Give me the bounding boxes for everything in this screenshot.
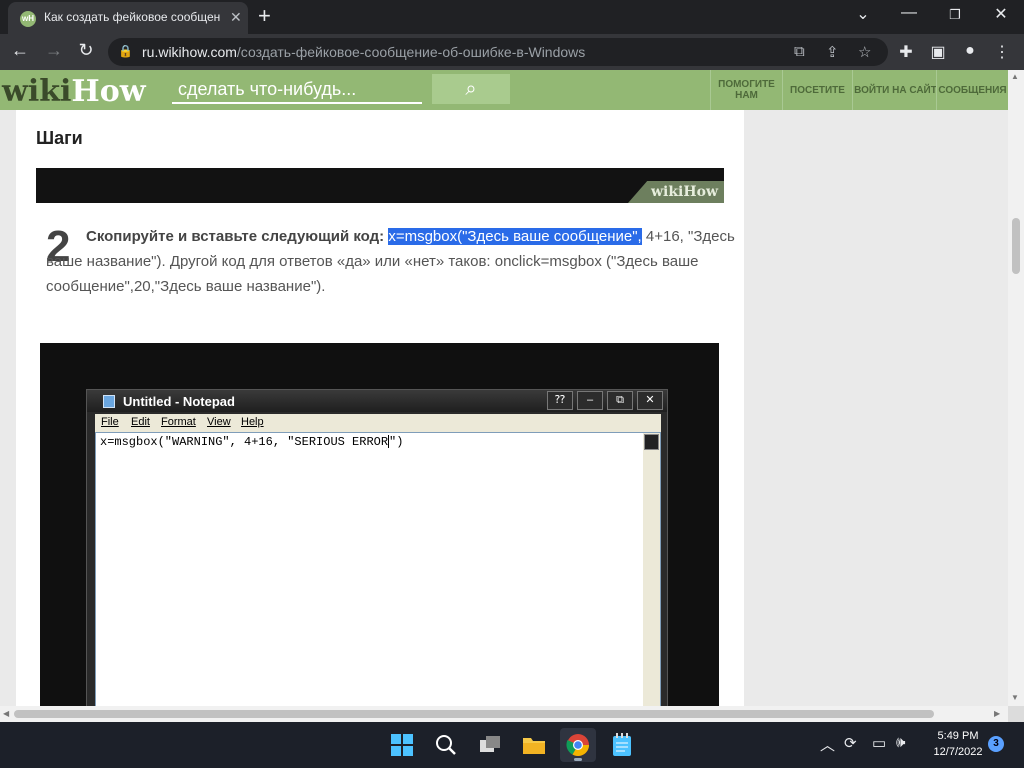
notepad-menu-edit: Edit [131, 416, 150, 428]
task-view-icon [480, 736, 500, 752]
site-search-input[interactable]: сделать что-нибудь... [172, 76, 422, 104]
notepad-menu-file: File [101, 416, 119, 428]
search-icon: ⌕ [465, 78, 477, 100]
network-icon[interactable]: ▭ [872, 734, 886, 752]
wikihow-logo[interactable]: wikiHow [2, 74, 146, 109]
notepad-title: Untitled - Notepad [123, 394, 235, 409]
notepad-text-area: x=msgbox("WARNING", 4+16, "SERIOUS ERROR… [95, 432, 661, 706]
start-button[interactable] [384, 728, 420, 762]
notepad-menu-format: Format [161, 416, 196, 428]
search-taskbar-button[interactable] [428, 728, 464, 762]
folder-icon [523, 738, 545, 754]
step-text: Скопируйте и вставьте следующий код: x=m… [46, 228, 735, 295]
url-text: ru.wikihow.com/создать-фейковое-сообщени… [142, 44, 586, 60]
extensions-icon[interactable]: ✚ [896, 42, 916, 62]
lock-icon: 🔒 [118, 44, 133, 58]
menu-kebab-icon[interactable]: ⋮ [992, 42, 1012, 62]
nav-login[interactable]: ВОЙТИ НА САЙТ [852, 70, 938, 110]
notepad-scrollbar [643, 433, 660, 706]
notepad-window: Untitled - Notepad ⁇ – ⧉ ✕ File Edit For… [86, 389, 668, 706]
notepad-titlebar: Untitled - Notepad ⁇ – ⧉ ✕ [87, 390, 667, 412]
sync-icon[interactable]: ⟳ [844, 734, 857, 752]
scroll-left-icon[interactable]: ◀ [3, 709, 9, 718]
wikihow-watermark: wikiHow [628, 181, 724, 203]
profile-icon[interactable]: ● [960, 42, 980, 60]
minimize-icon[interactable]: — [894, 4, 924, 22]
page-viewport: wikiHow сделать что-нибудь... ⌕ ПОМОГИТЕ… [0, 70, 1008, 706]
windows-logo-icon [391, 734, 413, 756]
wikihow-favicon-icon: wH [20, 11, 36, 27]
chrome-taskbar-button[interactable] [560, 728, 596, 762]
clock-date: 12/7/2022 [933, 746, 983, 758]
vertical-scrollbar[interactable]: ▲ ▼ [1008, 70, 1024, 706]
address-bar[interactable]: 🔒 ru.wikihow.com/создать-фейковое-сообще… [108, 38, 888, 66]
browser-toolbar: ← → ↻ 🔒 ru.wikihow.com/создать-фейковое-… [0, 34, 1024, 70]
tab-title: Как создать фейковое сообщение об ошибке… [44, 10, 220, 24]
notepad-app-icon [613, 733, 631, 756]
scroll-up-icon[interactable]: ▲ [1011, 72, 1019, 81]
clock-time: 5:49 PM [937, 730, 979, 742]
horizontal-scrollbar[interactable]: ◀ ▶ [0, 706, 1008, 722]
notepad-help-icon: ⁇ [547, 391, 573, 410]
file-explorer-button[interactable] [516, 728, 552, 762]
share-icon[interactable]: ⇪ [826, 43, 839, 61]
restore-icon[interactable]: ❐ [940, 7, 970, 23]
notepad-icon [103, 395, 115, 408]
back-icon[interactable]: ← [8, 40, 32, 61]
step-image-banner: wikiHow [36, 168, 724, 203]
side-panel-icon[interactable]: ▣ [928, 42, 948, 62]
notepad-maximize-icon: ⧉ [607, 391, 633, 410]
section-heading: Шаги [36, 128, 83, 148]
task-view-button[interactable] [472, 728, 508, 762]
tab-close-icon[interactable]: ✕ [230, 9, 242, 26]
browser-tab[interactable]: wH Как создать фейковое сообщение об оши… [8, 2, 248, 34]
notepad-taskbar-button[interactable] [604, 728, 640, 762]
tab-search-icon[interactable]: ⌄ [848, 4, 878, 24]
vertical-scroll-thumb[interactable] [1012, 218, 1020, 274]
wikihow-header: wikiHow сделать что-нибудь... ⌕ ПОМОГИТЕ… [0, 70, 1008, 110]
window-close-icon[interactable]: ✕ [986, 4, 1016, 24]
notification-badge[interactable]: 3 [988, 736, 1004, 752]
magnifier-icon [436, 735, 456, 755]
browser-tabstrip: wH Как создать фейковое сообщение об оши… [0, 0, 1024, 34]
notepad-minimize-icon: – [577, 391, 603, 410]
reload-icon[interactable]: ↻ [74, 40, 98, 61]
selected-code[interactable]: x=msgbox("Здесь ваше сообщение", [388, 228, 642, 245]
horizontal-scroll-thumb[interactable] [14, 710, 934, 718]
scrollbar-corner [1008, 706, 1024, 722]
notepad-close-icon: ✕ [637, 391, 663, 410]
chrome-icon [566, 734, 589, 756]
nav-visit[interactable]: ПОСЕТИТЕ [782, 70, 852, 110]
notepad-text: x=msgbox("WARNING", 4+16, "SERIOUS ERROR… [100, 435, 404, 449]
notepad-menubar: File Edit Format View Help [95, 414, 661, 432]
notepad-menu-help: Help [241, 416, 264, 428]
bookmark-star-icon[interactable]: ☆ [858, 43, 871, 61]
forward-icon[interactable]: → [42, 40, 66, 61]
notepad-screenshot-image: Untitled - Notepad ⁇ – ⧉ ✕ File Edit For… [40, 343, 719, 706]
search-button[interactable]: ⌕ [432, 74, 510, 104]
tray-overflow-icon[interactable]: ︿ [820, 734, 835, 755]
notepad-menu-view: View [207, 416, 231, 428]
nav-messages[interactable]: СООБЩЕНИЯ [936, 70, 1008, 110]
nav-help-us[interactable]: ПОМОГИТЕ НАМ [710, 70, 782, 110]
translate-icon[interactable]: ⧉ [794, 43, 805, 60]
volume-icon[interactable]: 🕪 [896, 734, 905, 751]
scroll-down-icon[interactable]: ▼ [1011, 693, 1019, 702]
windows-taskbar: ︿ ⟳ ▭ 🕪 5:49 PM 12/7/2022 3 [0, 722, 1024, 768]
scroll-right-icon[interactable]: ▶ [994, 709, 1000, 718]
system-clock[interactable]: 5:49 PM 12/7/2022 [922, 728, 994, 760]
new-tab-icon[interactable]: + [258, 3, 271, 29]
